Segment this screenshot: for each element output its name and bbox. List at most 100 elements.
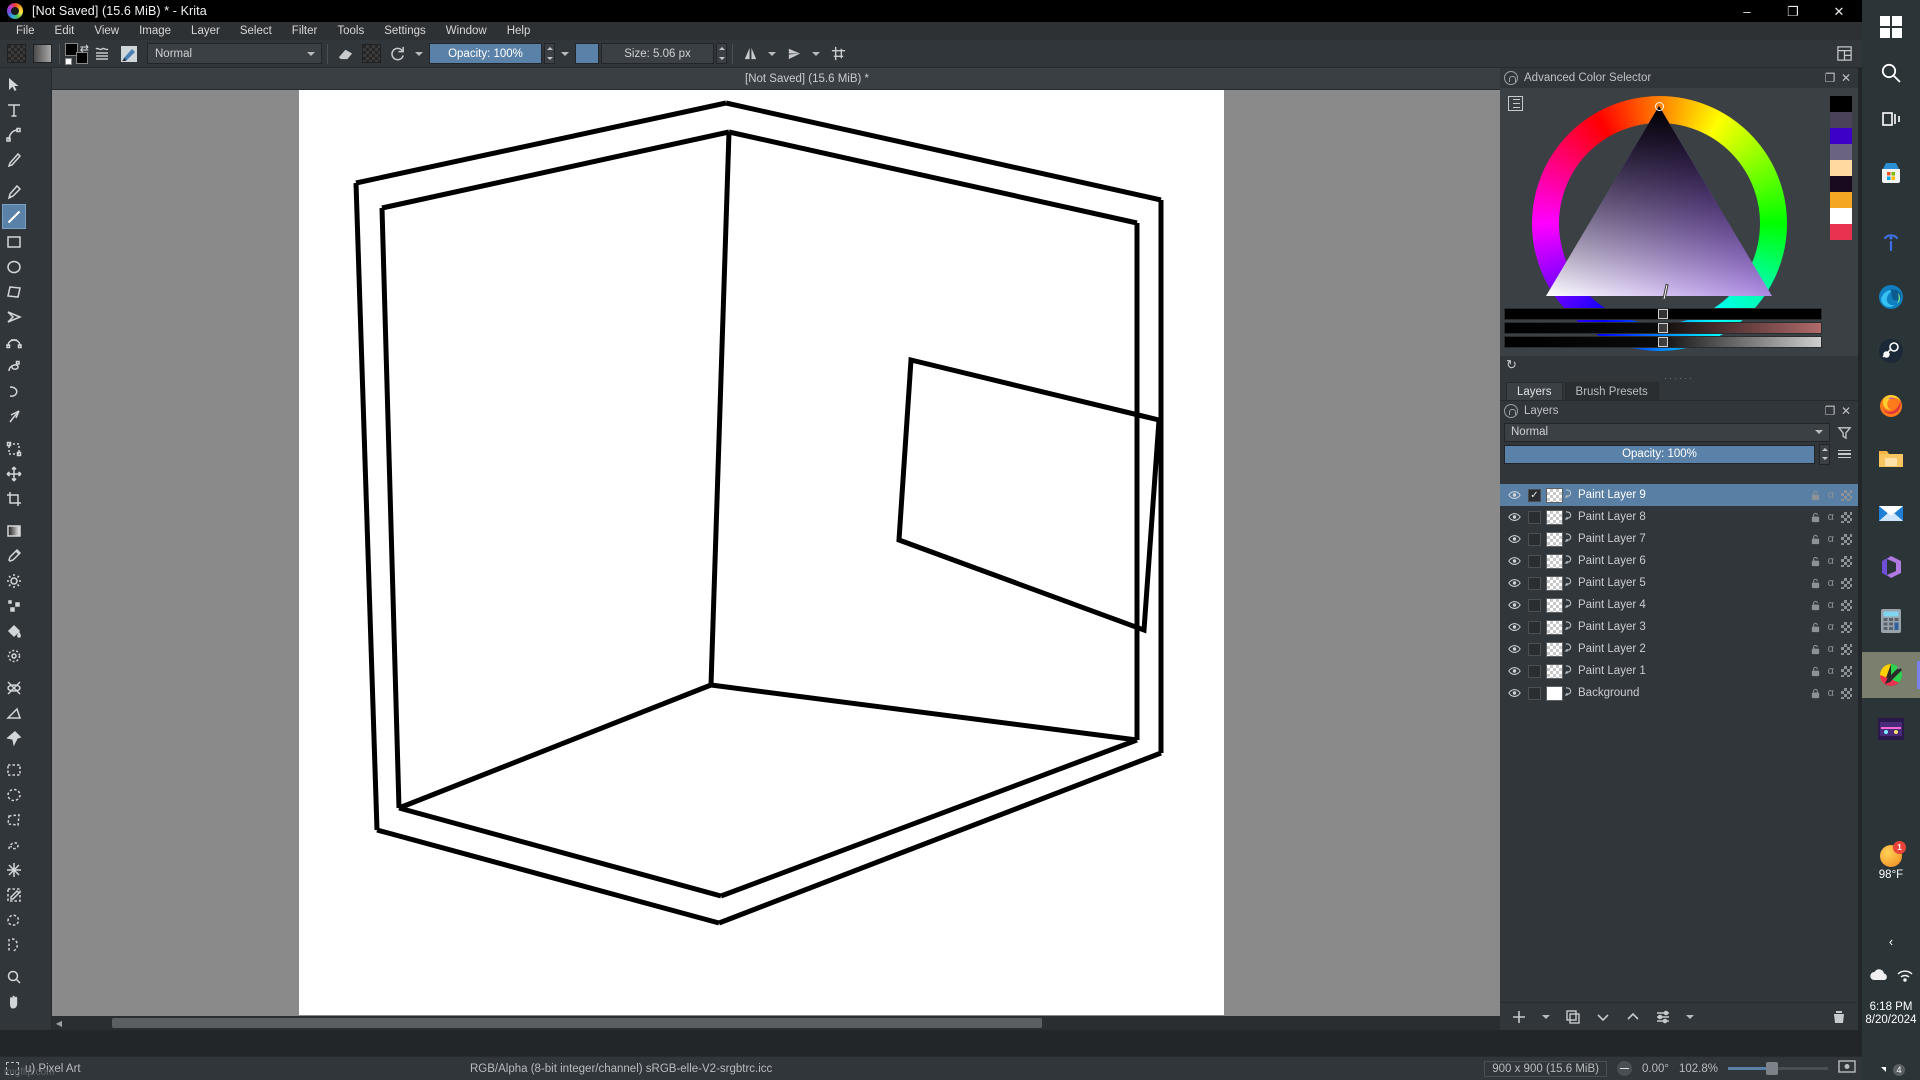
- smart-patch-tool[interactable]: [2, 593, 26, 618]
- alpha-lock-icon[interactable]: [1841, 621, 1852, 633]
- weather-widget[interactable]: 1 98°F: [1862, 832, 1920, 894]
- freehand-path-tool[interactable]: [2, 354, 26, 379]
- layer-alpha-checkbox[interactable]: [1528, 686, 1541, 700]
- crop-tool[interactable]: [2, 486, 26, 511]
- size-swatch[interactable]: [575, 43, 599, 64]
- move-tool[interactable]: [2, 461, 26, 486]
- ellipse-tool[interactable]: [2, 254, 26, 279]
- brush-preset-icon[interactable]: [117, 43, 141, 65]
- layer-alpha-checkbox[interactable]: [1528, 664, 1541, 678]
- alpha-lock-icon[interactable]: [1841, 511, 1852, 523]
- blend-mode-combo[interactable]: Normal: [147, 43, 322, 64]
- menu-window[interactable]: Window: [436, 22, 497, 40]
- lock-icon[interactable]: [1810, 512, 1821, 523]
- menu-view[interactable]: View: [84, 22, 129, 40]
- select-shapes-tool[interactable]: [2, 72, 26, 97]
- workspace-switcher-icon[interactable]: [1832, 43, 1856, 65]
- opacity-stepper[interactable]: [544, 43, 555, 64]
- edge-button[interactable]: [1862, 274, 1920, 320]
- gradient-tool[interactable]: [2, 518, 26, 543]
- duplicate-layer-button[interactable]: [1562, 1006, 1584, 1028]
- close-button[interactable]: ✕: [1816, 0, 1862, 22]
- file-explorer-button[interactable]: [1862, 436, 1920, 482]
- eye-icon[interactable]: [1506, 534, 1523, 544]
- lock-icon[interactable]: [1810, 490, 1821, 501]
- alpha-lock-icon[interactable]: [1841, 643, 1852, 655]
- rotation-icon[interactable]: [1617, 1061, 1632, 1076]
- steam-button[interactable]: [1862, 328, 1920, 374]
- line-tool[interactable]: [2, 204, 26, 229]
- alpha-lock-icon[interactable]: [1841, 489, 1852, 501]
- opacity-dropdown-icon[interactable]: [561, 51, 569, 56]
- layer-list[interactable]: ✓ Paint Layer 9 α Paint Layer 8 α Paint Layer…: [1500, 484, 1858, 1030]
- menu-filter[interactable]: Filter: [282, 22, 328, 40]
- foreground-background-color-icon[interactable]: ⇄: [65, 42, 89, 65]
- table-row[interactable]: Paint Layer 1 α: [1500, 660, 1858, 682]
- dock-lock-icon[interactable]: [1504, 404, 1518, 418]
- funnel-filter-icon[interactable]: [1834, 423, 1854, 442]
- eye-icon[interactable]: [1506, 490, 1523, 500]
- table-row[interactable]: ✓ Paint Layer 9 α: [1500, 484, 1858, 506]
- tab-brush-presets[interactable]: Brush Presets: [1564, 382, 1659, 400]
- mirror-v-dropdown-icon[interactable]: [812, 51, 820, 56]
- gradient-preset-icon[interactable]: [4, 43, 28, 65]
- brush-size-slider[interactable]: Size: 5.06 px: [601, 43, 714, 64]
- alpha-lock-icon[interactable]: [1841, 687, 1852, 699]
- wifi-icon[interactable]: [1896, 968, 1914, 987]
- menu-select[interactable]: Select: [230, 22, 282, 40]
- alpha-lock-icon[interactable]: [1841, 665, 1852, 677]
- selector-settings-icon[interactable]: [1508, 96, 1523, 111]
- menu-help[interactable]: Help: [497, 22, 541, 40]
- rectangular-select-tool[interactable]: [2, 757, 26, 782]
- notifications-button[interactable]: 4: [1862, 1040, 1920, 1080]
- table-row[interactable]: Paint Layer 5 α: [1500, 572, 1858, 594]
- fill-tool[interactable]: [2, 618, 26, 643]
- table-row[interactable]: Paint Layer 3 α: [1500, 616, 1858, 638]
- layer-opacity-slider[interactable]: Opacity: 100%: [1504, 444, 1815, 464]
- table-row[interactable]: Background α: [1500, 682, 1858, 704]
- document-tab[interactable]: [Not Saved] (15.6 MiB) * ✕: [52, 68, 1562, 90]
- colorize-mask-tool[interactable]: [2, 568, 26, 593]
- layer-alpha-checkbox[interactable]: [1528, 642, 1541, 656]
- elliptical-select-tool[interactable]: [2, 782, 26, 807]
- mirror-vertical-icon[interactable]: [782, 43, 806, 65]
- polygon-tool[interactable]: [2, 279, 26, 304]
- measure-angle-tool[interactable]: [2, 700, 26, 725]
- table-row[interactable]: Paint Layer 4 α: [1500, 594, 1858, 616]
- menu-layer[interactable]: Layer: [181, 22, 230, 40]
- layer-opacity-stepper[interactable]: [1819, 443, 1830, 465]
- canvas-viewport[interactable]: [52, 90, 1548, 1016]
- pattern-preset-icon[interactable]: [30, 43, 54, 65]
- bezier-select-tool[interactable]: [2, 932, 26, 957]
- alpha-inherit-icon[interactable]: α: [1828, 665, 1834, 677]
- color-selector-body[interactable]: [1500, 88, 1858, 356]
- freehand-select-tool[interactable]: [2, 832, 26, 857]
- layer-menu-icon[interactable]: [1834, 445, 1854, 464]
- magic-wand-select-tool[interactable]: [2, 857, 26, 882]
- alpha-lock-icon[interactable]: [1841, 599, 1852, 611]
- add-layer-button[interactable]: [1508, 1006, 1530, 1028]
- zoom-value[interactable]: 102.8%: [1679, 1063, 1718, 1075]
- eye-icon[interactable]: [1506, 600, 1523, 610]
- zoom-slider[interactable]: [1728, 1062, 1828, 1076]
- horizontal-scroll-thumb[interactable]: [112, 1018, 1042, 1028]
- preserve-alpha-icon[interactable]: [359, 43, 383, 65]
- properties-dropdown-icon[interactable]: [1686, 1014, 1694, 1019]
- alpha-inherit-icon[interactable]: α: [1828, 489, 1834, 501]
- lock-icon[interactable]: [1810, 688, 1821, 699]
- calligraphy-tool[interactable]: [2, 147, 26, 172]
- alpha-inherit-icon[interactable]: α: [1828, 555, 1834, 567]
- float-dock-icon[interactable]: ❐: [1822, 70, 1838, 86]
- tab-layers[interactable]: Layers: [1506, 382, 1563, 400]
- close-dock-icon[interactable]: ✕: [1838, 70, 1854, 86]
- chevron-down-icon[interactable]: [415, 51, 423, 56]
- alpha-inherit-icon[interactable]: α: [1828, 533, 1834, 545]
- alpha-inherit-icon[interactable]: α: [1828, 511, 1834, 523]
- alpha-inherit-icon[interactable]: α: [1828, 643, 1834, 655]
- clock-widget[interactable]: 6:18 PM 8/20/2024: [1862, 1001, 1920, 1026]
- alpha-inherit-icon[interactable]: α: [1828, 621, 1834, 633]
- layer-alpha-checkbox[interactable]: ✓: [1528, 488, 1541, 502]
- lock-icon[interactable]: [1810, 578, 1821, 589]
- edit-shapes-tool[interactable]: [2, 122, 26, 147]
- lock-icon[interactable]: [1810, 666, 1821, 677]
